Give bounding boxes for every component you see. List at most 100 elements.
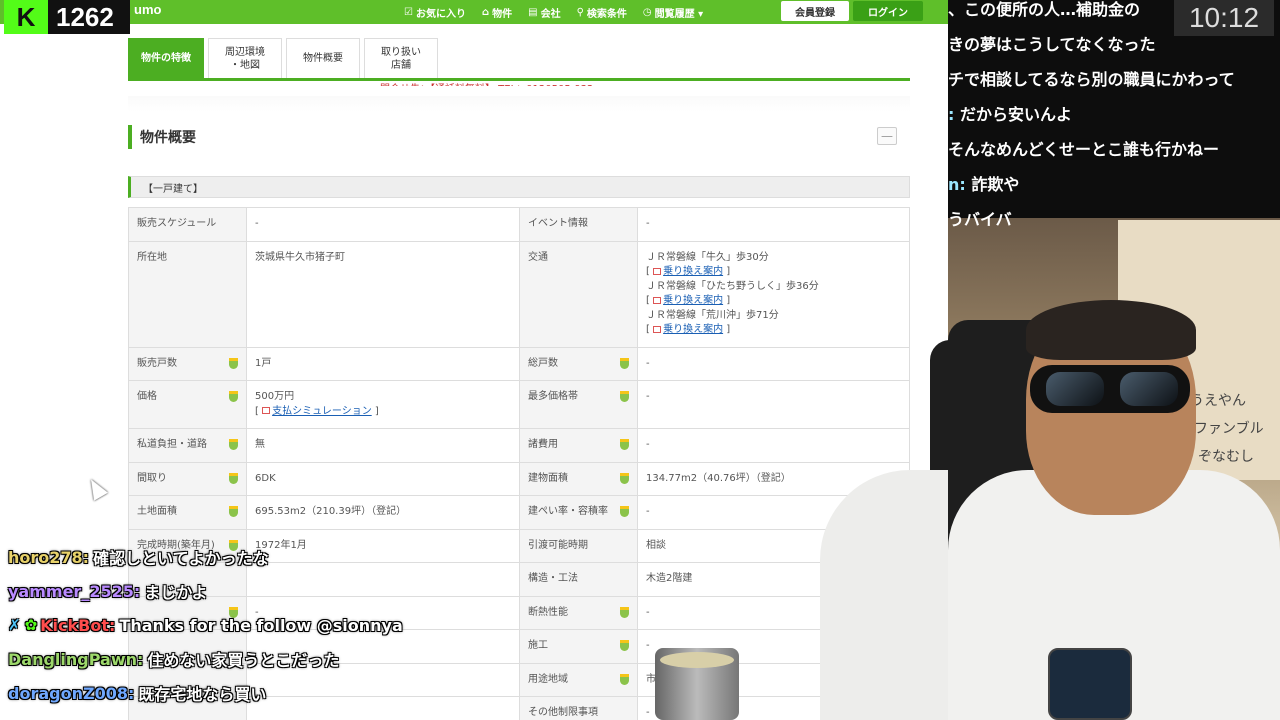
person-hair (1026, 300, 1196, 360)
transport-line: ＪＲ常磐線「荒川沖」歩71分 (646, 309, 779, 321)
chat-text: 住めない家買うとこだった (147, 651, 340, 670)
beginner-badge-icon (620, 357, 629, 369)
spec-value-text: 695.53m2（210.39坪）（登記） (255, 506, 407, 517)
section-title: 物件概要 (128, 125, 196, 149)
nav-icon: ▤ (528, 6, 538, 18)
chat-text: 、この便所の人…補助金の (948, 0, 1141, 19)
chat-text: まじかよ (144, 583, 208, 602)
transport-line: ＪＲ常磐線「ひたち野うしく」歩36分 (646, 280, 819, 292)
spec-label: その他制限事項 (519, 696, 638, 720)
chat-message: horo278: 確認しといてよかったな (0, 540, 520, 574)
nav-item[interactable]: ☑ お気に入り (404, 5, 466, 20)
link-row: [ 支払シミュレーション ] (255, 405, 379, 417)
chair-back (930, 340, 948, 490)
spec-value-text: - (646, 218, 650, 229)
chat-username[interactable]: yammer_2525: (8, 582, 140, 601)
tab-item[interactable]: 取り扱い 店舗 (364, 38, 438, 78)
tab-item[interactable]: 物件の特徴 (128, 38, 204, 78)
nav-label: 物件 (492, 8, 513, 20)
spec-label-text: 私道負担・道路 (137, 439, 207, 450)
chat-username[interactable]: KickBot: (40, 616, 115, 635)
spec-row: 所在地 茨城県牛久市猪子町 交通 ＪＲ常磐線「牛久」歩30分[ 乗り換え案内 ] ＪＲ常… (128, 240, 910, 348)
stream-chat-message: : だから安いんよ (948, 101, 1072, 125)
spec-value: - (637, 207, 910, 242)
register-button[interactable]: 会員登録 (781, 1, 849, 21)
spec-label: 諸費用 (519, 428, 638, 463)
spec-label-text: 施工 (528, 640, 548, 651)
spec-value: 無 (246, 428, 520, 463)
spec-label: 所在地 (128, 240, 247, 348)
transfer-link[interactable]: 乗り換え案内 (663, 295, 723, 306)
viewer-badge: K 1262 (4, 0, 130, 34)
train-icon (653, 296, 662, 304)
spec-label: 断熱性能 (519, 595, 638, 630)
site-logo[interactable]: umo (134, 2, 161, 17)
spec-label-text: 販売戸数 (137, 357, 177, 369)
login-button[interactable]: ログイン (853, 1, 923, 21)
beginner-badge-icon (620, 606, 629, 618)
spec-label: 構造・工法 (519, 562, 638, 597)
chat-text: きの夢はこうしてなくなった (948, 35, 1156, 54)
spec-value: ＪＲ常磐線「牛久」歩30分 [ 乗り換え案内 ] ＪＲ常磐線「ひたち野うしく」歩36… (637, 240, 910, 348)
beginner-badge-icon (229, 439, 238, 450)
spec-value-text: 茨城県牛久市猪子町 (255, 251, 345, 263)
divider (128, 96, 910, 112)
tab-label: 物件の特徴 (141, 53, 191, 64)
tab-item[interactable]: 周辺環境 ・地図 (208, 38, 282, 78)
spec-label: 施工 (519, 629, 638, 664)
spec-label-text: 間取り (137, 472, 167, 484)
transfer-link[interactable]: 乗り換え案内 (663, 266, 723, 277)
person-overlap (820, 340, 948, 720)
spec-label-text: イベント情報 (528, 218, 588, 229)
spec-value-text: 1戸 (255, 357, 272, 369)
link-row: [ 乗り換え案内 ] (646, 266, 731, 277)
spec-value-text: - (255, 218, 259, 229)
spec-row: 土地面積 695.53m2（210.39坪）（登記） 建ぺい率・容積率 - (128, 495, 910, 530)
tab-label: 周辺環境 ・地図 (225, 46, 265, 71)
payment-simulation-link[interactable]: 支払シミュレーション (272, 406, 372, 417)
chat-username[interactable]: horo278: (8, 548, 89, 567)
nav-label: 閲覧履歴 ▾ (654, 8, 704, 20)
beginner-badge-icon (620, 472, 629, 484)
chat-text: だから安いんよ (954, 105, 1072, 124)
nav-item[interactable]: ◷ 閲覧履歴 ▾ (643, 5, 703, 20)
spec-label-text: 総戸数 (528, 357, 558, 369)
shelf-label: ぞなむし (1198, 449, 1254, 465)
shelf-label: うえやん (1190, 393, 1246, 409)
nav-item[interactable]: ▤ 会社 (528, 5, 560, 20)
stream-chat-message: うバイバ (948, 206, 1012, 230)
nav-icon: ◷ (642, 6, 652, 18)
beginner-badge-icon (620, 506, 629, 517)
link-row: [ 乗り換え案内 ] (646, 324, 731, 335)
beginner-badge-icon (620, 391, 629, 402)
spec-label: イベント情報 (519, 207, 638, 242)
chat-text: 既存宅地なら買い (138, 685, 267, 704)
chat-overlay: horo278: 確認しといてよかったな yammer_2525: まじかよ ✗ ✿ Kic… (0, 540, 520, 710)
transfer-link[interactable]: 乗り換え案内 (663, 324, 723, 335)
spec-label: 用途地域 (519, 662, 638, 697)
tab-label: 取り扱い 店舗 (381, 46, 421, 71)
tab-item[interactable]: 物件概要 (286, 38, 360, 78)
spec-label-text: 構造・工法 (528, 573, 578, 584)
train-icon (653, 267, 662, 275)
spec-row: 販売スケジュール - イベント情報 - (128, 207, 910, 242)
spec-label: 間取り (128, 461, 247, 496)
transport-line: ＪＲ常磐線「牛久」歩30分 (646, 251, 769, 263)
chat-username[interactable]: doragonZ008: (8, 684, 134, 703)
spec-label-text: 諸費用 (528, 439, 558, 450)
spec-label: 建物面積 (519, 461, 638, 496)
nav-item[interactable]: ⚲ 検索条件 (577, 5, 627, 20)
collapse-button[interactable]: — (877, 127, 897, 145)
chat-text: 確認しといてよかったな (93, 549, 269, 568)
nav-icon: ☑ (404, 6, 413, 18)
chat-username[interactable]: DanglingPawn: (8, 650, 143, 669)
spec-value: 500万円 [ 支払シミュレーション ] (246, 380, 520, 429)
spec-value: 1戸 (246, 346, 520, 381)
spec-label-text: 所在地 (137, 251, 167, 263)
spec-label-text: 価格 (137, 391, 157, 402)
nav-item[interactable]: ⌂ 物件 (482, 5, 512, 20)
header-nav: ☑ お気に入り ⌂ 物件 ▤ 会社 ⚲ 検索条件 ◷ 閲覧履歴 ▾ (404, 1, 703, 23)
sunglasses-lens-right (1120, 372, 1178, 406)
chat-text: そんなめんどくせーとこ誰も行かねー (948, 140, 1220, 159)
property-type-heading: 【一戸建て】 (128, 176, 910, 198)
